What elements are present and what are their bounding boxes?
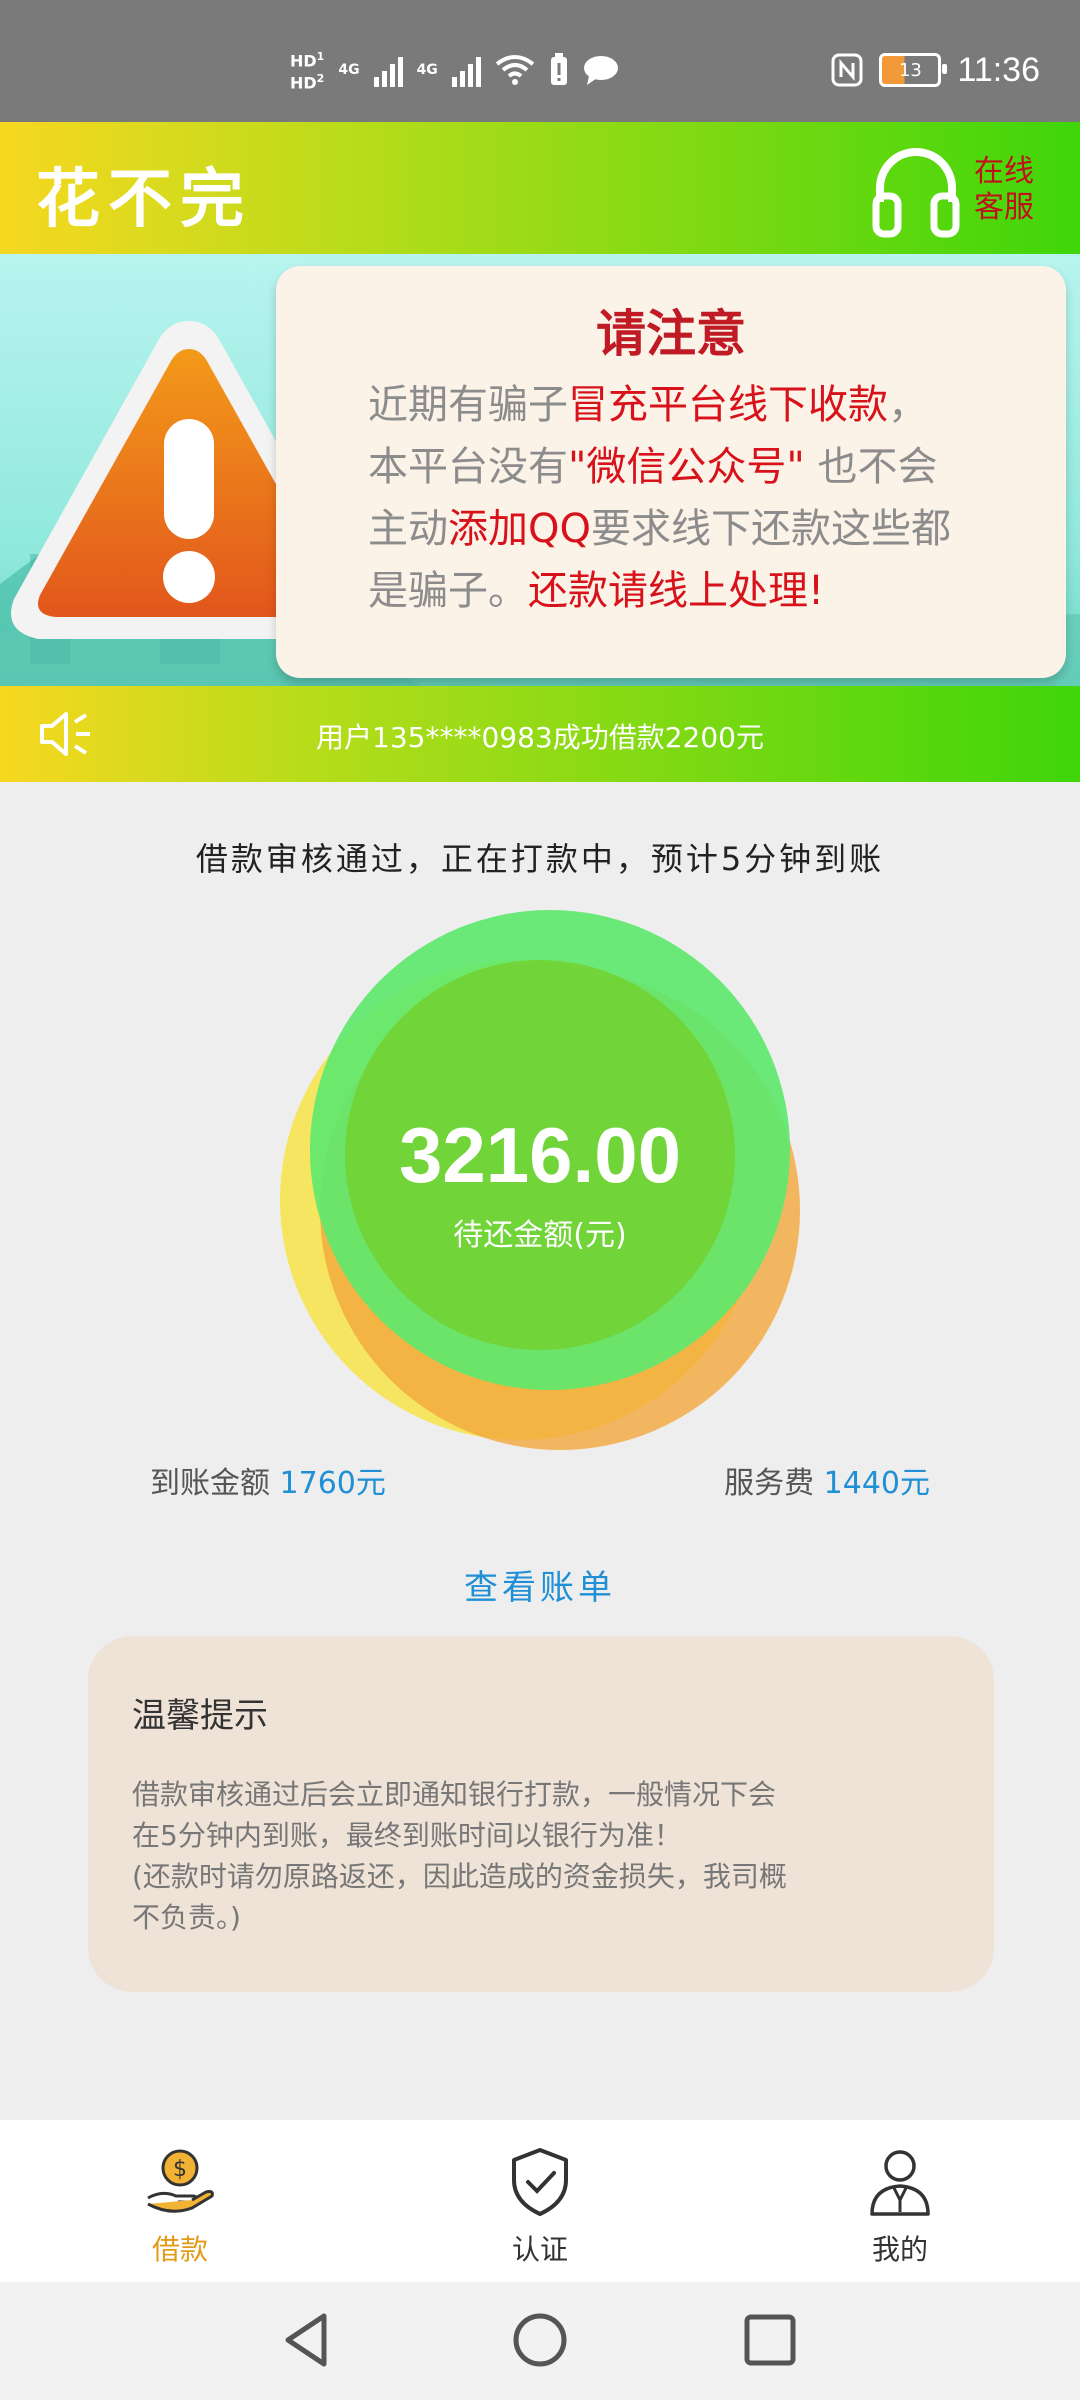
- recents-icon[interactable]: [740, 2310, 800, 2370]
- person-icon: [870, 2150, 930, 2216]
- customer-service-label: 在线 客服: [974, 154, 1034, 226]
- sim1-label: 1: [316, 49, 325, 63]
- battery-icon: 13: [879, 53, 948, 87]
- hd1-label: HD: [290, 51, 317, 70]
- tips-line3: (还款时请勿原路返还，因此造成的资金损失，我司概: [132, 1860, 787, 1893]
- network2-label: 4G: [416, 62, 438, 78]
- view-bill-link[interactable]: 查看账单: [0, 1560, 1080, 1609]
- app-header: 花不完 在线 客服: [0, 122, 1080, 254]
- signal1-icon: [373, 53, 403, 87]
- money-hand-icon: $: [147, 2149, 214, 2213]
- status-left: HD1 HD2 4G 4G: [290, 40, 619, 100]
- sim2-label: 2: [316, 72, 325, 85]
- signal2-icon: [451, 53, 481, 87]
- warning-line3-red: 添加QQ: [448, 506, 591, 552]
- battery-alert-icon: [550, 53, 567, 85]
- system-navigation-bar: [0, 2282, 1080, 2400]
- warning-line1-a: 近期有骗子: [368, 382, 568, 428]
- warning-line4-red: 还款请线上处理!: [528, 568, 825, 614]
- service-fee: 服务费 1440元: [724, 1458, 930, 1502]
- received-value: 1760元: [279, 1466, 386, 1501]
- service-fee-value: 1440元: [823, 1466, 930, 1501]
- tips-line1: 借款审核通过后会立即通知银行打款，一般情况下会: [132, 1778, 777, 1811]
- network1-label: 4G: [338, 62, 360, 78]
- repay-amount: 3216.00: [399, 1111, 681, 1199]
- tips-card: 温馨提示 借款审核通过后会立即通知银行打款，一般情况下会 在5分钟内到账，最终到…: [88, 1636, 994, 1992]
- received-label: 到账金额: [150, 1466, 270, 1501]
- tab-loan-label: 借款: [151, 2233, 208, 2266]
- loan-status-message: 借款审核通过，正在打款中，预计5分钟到账: [195, 840, 885, 878]
- status-right: 13 11:36: [831, 40, 1040, 100]
- warning-line3-a: 主动: [368, 506, 448, 552]
- customer-service-button[interactable]: 在线 客服: [870, 142, 1034, 238]
- warning-text: 近期有骗子冒充平台线下收款， 本平台没有"微信公众号" 也不会 主动添加QQ要求…: [368, 374, 1026, 622]
- tab-mine[interactable]: 我的: [800, 2144, 1000, 2268]
- status-bar: HD1 HD2 4G 4G 13 11:36: [0, 0, 1080, 122]
- warning-title: 请注意: [596, 304, 746, 363]
- repay-amount-label: 待还金额(元): [453, 1218, 627, 1253]
- tips-body: 借款审核通过后会立即通知银行打款，一般情况下会 在5分钟内到账，最终到账时间以银…: [132, 1774, 954, 1938]
- tips-line2: 在5分钟内到账，最终到账时间以银行为准！: [132, 1819, 682, 1852]
- warning-line3-b: 要求线下还款这些都: [590, 506, 951, 552]
- customer-service-line2: 客服: [974, 190, 1034, 225]
- tab-loan[interactable]: $ 借款: [80, 2144, 280, 2268]
- app-title: 花不完: [36, 162, 252, 237]
- tab-verify-label: 认证: [511, 2233, 568, 2266]
- warning-card: 请注意 近期有骗子冒充平台线下收款， 本平台没有"微信公众号" 也不会 主动添加…: [276, 266, 1066, 678]
- service-fee-label: 服务费: [724, 1466, 815, 1501]
- shield-check-icon: [512, 2148, 568, 2216]
- home-icon[interactable]: [510, 2310, 570, 2370]
- ticker-text: 用户135****0983成功借款2200元: [316, 721, 764, 754]
- received-amount: 到账金额 1760元: [150, 1458, 386, 1502]
- clock-time: 11:36: [957, 50, 1040, 89]
- back-icon[interactable]: [278, 2310, 338, 2370]
- warning-line2-red: "微信公众号": [568, 444, 805, 490]
- tab-verify[interactable]: 认证: [440, 2144, 640, 2268]
- tab-mine-label: 我的: [871, 2233, 928, 2266]
- warning-line4-a: 是骗子。: [368, 568, 528, 614]
- headset-icon: [872, 148, 960, 238]
- customer-service-line1: 在线: [974, 154, 1034, 189]
- warning-line2-a: 本平台没有: [368, 444, 568, 490]
- warning-line2-b: 也不会: [804, 444, 938, 490]
- amount-circle-graphic: 3216.00 待还金额(元): [280, 910, 800, 1450]
- warning-line1-red: 冒充平台线下收款: [568, 382, 888, 428]
- warning-line1-end: ，: [888, 382, 928, 428]
- warning-banner[interactable]: 请注意 近期有骗子冒充平台线下收款， 本平台没有"微信公众号" 也不会 主动添加…: [0, 254, 1080, 686]
- svg-text:$: $: [173, 2157, 187, 2182]
- announcement-ticker: 用户135****0983成功借款2200元: [0, 686, 1080, 782]
- tips-title: 温馨提示: [132, 1696, 268, 1736]
- tips-line4: 不负责。): [132, 1901, 241, 1934]
- nfc-icon: [831, 53, 863, 87]
- hd2-label: HD: [290, 73, 317, 93]
- hd-indicators: HD1 HD2: [290, 48, 324, 93]
- wifi-icon: [495, 55, 535, 85]
- bottom-tab-bar: $ 借款 认证 我的: [0, 2120, 1080, 2282]
- battery-level: 13: [898, 59, 922, 81]
- chat-bubble-icon: [583, 56, 618, 85]
